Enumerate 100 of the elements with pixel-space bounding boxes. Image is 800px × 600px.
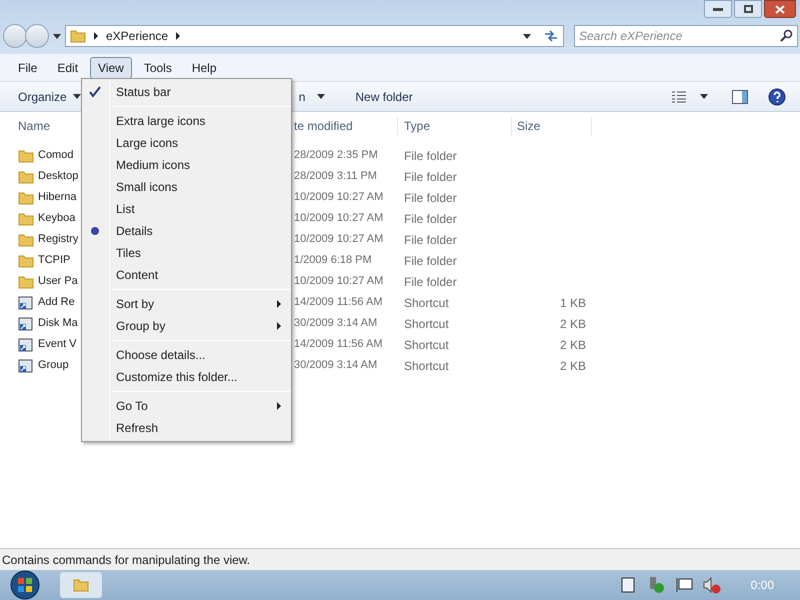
menu-item[interactable]: Small icons — [82, 176, 291, 198]
table-cell-text: 1 KB — [558, 294, 586, 312]
table-cell-text: 1/2009 6:18 PM — [294, 253, 373, 268]
dropdown-arrow-icon — [523, 34, 531, 38]
search-icon — [780, 29, 793, 42]
shortcut-icon — [18, 358, 34, 374]
shortcut-icon — [18, 316, 34, 332]
search-field[interactable]: Search eXPerience — [574, 25, 798, 47]
table-cell-text: File folder — [403, 210, 458, 228]
close-icon — [775, 4, 785, 14]
table-cell-text: Shortcut — [403, 316, 450, 332]
table-cell-text: Shortcut — [403, 336, 450, 354]
file-name[interactable]: TCPIP — [38, 252, 70, 269]
folder-icon — [18, 148, 34, 162]
menu-item[interactable]: Extra large icons — [82, 110, 291, 132]
table-cell-text: 10/2009 10:27 AM — [294, 190, 384, 206]
help-icon[interactable] — [768, 88, 786, 106]
menu-item[interactable]: Details — [82, 220, 291, 242]
file-name[interactable]: Comod — [38, 147, 74, 164]
view-options-icon[interactable] — [672, 90, 686, 102]
new-folder-button[interactable]: New folder — [355, 88, 413, 106]
table-cell-text: 2 KB — [558, 358, 586, 374]
file-name[interactable]: Keyboa — [38, 210, 76, 227]
folder-icon — [18, 232, 34, 246]
folder-icon — [18, 190, 34, 204]
menu-item[interactable]: Content — [82, 264, 291, 286]
minimize-button[interactable] — [704, 0, 732, 18]
folder-icon — [18, 212, 34, 226]
status-text: Contains commands for manipulating the view. — [2, 552, 250, 568]
file-name[interactable]: Registry — [38, 231, 78, 248]
menu-item[interactable]: Refresh — [82, 417, 291, 439]
menu-item[interactable]: Customize this folder... — [82, 366, 291, 388]
table-cell-text: File folder — [403, 274, 458, 290]
submenu-arrow-icon — [94, 32, 98, 40]
table-cell-text: File folder — [403, 190, 458, 206]
dropdown-arrow-icon — [72, 94, 81, 99]
table-cell-text: 10/2009 10:27 AM — [294, 232, 384, 248]
document-icon[interactable] — [620, 577, 635, 593]
file-name[interactable]: Event V — [38, 336, 77, 353]
menu-bar-item[interactable]: Help — [184, 56, 225, 78]
table-cell-text: File folder — [403, 168, 458, 186]
folder-icon — [18, 170, 34, 184]
folder-icon — [70, 29, 86, 43]
table-cell-text: 10/2009 10:27 AM — [294, 211, 384, 226]
folder-icon — [18, 254, 34, 268]
table-cell-text: Shortcut — [403, 294, 450, 312]
menu-item[interactable]: Tiles — [82, 242, 291, 264]
submenu-arrow-icon — [176, 32, 180, 40]
column-header[interactable]: Type — [398, 117, 512, 135]
file-name[interactable]: Disk Ma — [38, 315, 78, 332]
table-cell-text: File folder — [403, 252, 458, 270]
table-cell-text: 14/2009 11:56 AM — [294, 295, 384, 310]
shortcut-icon — [18, 336, 34, 352]
column-header[interactable]: Size — [512, 117, 592, 135]
menu-item[interactable]: Medium icons — [82, 154, 291, 176]
table-cell-text: 14/2009 11:56 AM — [294, 337, 384, 352]
table-cell-text: Shortcut — [403, 358, 450, 374]
table-cell-text: 10/2009 10:27 AM — [294, 274, 384, 290]
file-name[interactable]: User Pa — [38, 273, 78, 290]
dropdown-arrow-icon — [317, 94, 326, 99]
dropdown-arrow-icon — [700, 94, 708, 99]
folder-icon — [18, 274, 34, 288]
menu-item[interactable]: Go To — [82, 395, 291, 417]
column-header[interactable]: te modified — [294, 117, 398, 135]
refresh-icon[interactable] — [543, 29, 559, 43]
table-cell-text: 30/2009 3:14 AM — [294, 316, 378, 332]
address-bar[interactable]: eXPerience — [65, 25, 564, 47]
table-cell-text: 2 KB — [558, 316, 586, 332]
speaker-muted-icon[interactable] — [702, 576, 721, 594]
menu-bar-item[interactable]: Tools — [136, 56, 180, 78]
recent-pages-icon — [53, 34, 61, 38]
table-cell-text: 28/2009 3:11 PM — [294, 169, 378, 184]
breadcrumb-item[interactable]: eXPerience — [106, 27, 168, 45]
table-cell-text: 2 KB — [558, 336, 586, 354]
table-cell-text: 30/2009 3:14 AM — [294, 358, 378, 374]
menu-item[interactable]: List — [82, 198, 291, 220]
start-button[interactable] — [8, 570, 42, 600]
menu-item[interactable]: Sort by — [82, 293, 291, 315]
file-name[interactable]: Add Re — [38, 294, 75, 311]
menu-item[interactable]: Choose details... — [82, 344, 291, 366]
menu-bar-item[interactable]: Edit — [49, 56, 86, 78]
file-name[interactable]: Group — [38, 357, 69, 374]
menu-item[interactable]: Group by — [82, 315, 291, 337]
explorer-icon — [73, 578, 89, 592]
file-name[interactable]: Desktop — [38, 168, 78, 185]
table-cell-text: 28/2009 2:35 PM — [294, 148, 379, 164]
menu-bar-item[interactable]: File — [10, 56, 46, 78]
organize-button[interactable]: Organize — [18, 88, 81, 106]
menu-item[interactable]: Large icons — [82, 132, 291, 154]
preview-pane-icon[interactable] — [732, 90, 748, 104]
table-cell-text: File folder — [403, 148, 458, 164]
restore-button[interactable] — [734, 0, 762, 18]
shortcut-icon — [18, 294, 34, 310]
table-cell-text: File folder — [403, 232, 458, 248]
toolbar-button[interactable]: n — [298, 88, 326, 106]
close-button[interactable] — [764, 0, 796, 18]
menu-bar-item[interactable]: View — [90, 56, 132, 78]
file-name[interactable]: Hiberna — [38, 189, 77, 206]
menu-item[interactable]: Status bar — [82, 81, 291, 103]
network-icon[interactable] — [674, 577, 693, 593]
